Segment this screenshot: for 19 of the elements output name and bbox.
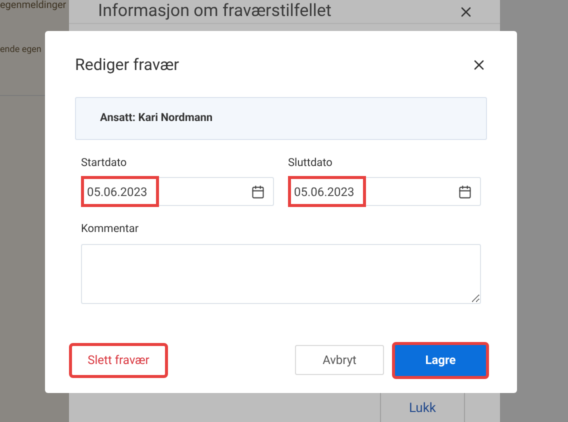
date-value: 05.06.2023 [82,177,158,206]
date-value: 05.06.2023 [289,177,365,206]
dialog-title: Rediger fravær [75,54,180,76]
dialog-title: Informasjon om fraværstilfellet [98,0,332,23]
delete-button[interactable]: Slett fravær [71,344,166,376]
calendar-icon[interactable] [251,184,265,198]
field-label: Kommentar [81,221,140,237]
date-field[interactable]: 05.06.2023 [81,177,274,206]
close-link[interactable]: Lukk [408,399,436,418]
field-label: Startdato [81,155,128,171]
calendar-icon[interactable] [458,184,472,198]
date-field[interactable]: 05.06.2023 [288,177,481,206]
cancel-button[interactable]: Avbryt [295,345,384,375]
employee-name: Ansatt: Kari Nordmann [100,110,213,126]
save-button[interactable]: Lagre [394,344,487,376]
background-text: egenmeldinger [0,0,66,11]
comment-field[interactable] [81,244,481,304]
field-label: Sluttdato [288,155,334,171]
background-text: ende egen [0,45,42,56]
